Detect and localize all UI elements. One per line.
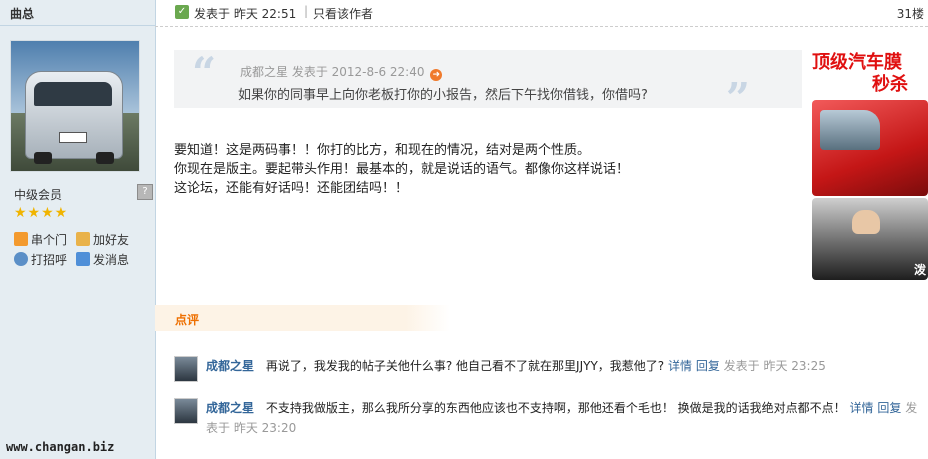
comment-text: 再说了，我发我的帖子关他什么事? 他自己看不了就在那里JJYY，我惹他了? (265, 359, 665, 373)
sidebar-divider (0, 25, 155, 26)
comment-avatar[interactable] (174, 356, 198, 382)
avatar[interactable] (10, 40, 140, 172)
comment-text: 不支持我做版主，那么我所分享的东西他应该也不支持啊，那他还看个毛也！ 换做是我的… (265, 401, 846, 415)
ad-car-image (812, 100, 928, 196)
post-body-line: 你现在是版主。要起带头作用！最基本的，就是说话的语气。都像你这样说话！ (174, 162, 630, 177)
only-author-link[interactable]: 只看该作者 (313, 5, 373, 22)
ad-car-window (820, 110, 880, 150)
comment-detail-link[interactable]: 详情 (850, 401, 874, 415)
author-name[interactable]: 曲总 (10, 5, 34, 22)
comment-detail-link[interactable]: 详情 (668, 359, 692, 373)
comment-user[interactable]: 成都之星 (206, 359, 254, 373)
greet-button[interactable]: 打招呼 (14, 250, 76, 270)
comment-user[interactable]: 成都之星 (206, 401, 254, 415)
handshake-icon (76, 232, 90, 246)
ad-subheadline: 秒杀 (872, 74, 908, 95)
member-rank: 中级会员 (14, 188, 63, 202)
ad-corner-text: 泼 (913, 263, 926, 277)
van-window (34, 82, 112, 106)
greet-icon (14, 252, 28, 266)
comments-tab: 点评 (155, 305, 450, 331)
site-watermark: www.changan.biz (6, 440, 115, 454)
comment-content: 成都之星 不支持我做版主，那么我所分享的东西他应该也不支持啊，那他还看个毛也！ … (206, 398, 928, 438)
post-body-line: 要知道！这是两码事！！你打的比方，和现在的情况，结对是两个性质。 (174, 143, 591, 158)
floor-number[interactable]: 31楼 (897, 5, 924, 22)
add-friend-button[interactable]: 加好友 (76, 230, 138, 250)
comment-reply-link[interactable]: 回复 (696, 359, 720, 373)
quote-meta: 成都之星 发表于 2012-8-6 22:40 ➜ (240, 63, 443, 81)
rank-stars: ★★★★ (14, 205, 69, 221)
author-actions: 串个门 加好友 打招呼 发消息 (14, 230, 154, 270)
post-body-line: 这论坛，还能有好话吗！还能团结吗！！ (174, 181, 409, 196)
comment-content: 成都之星 再说了，我发我的帖子关他什么事? 他自己看不了就在那里JJYY，我惹他… (206, 356, 928, 376)
header-separator: | (304, 4, 309, 18)
comment-reply-link[interactable]: 回复 (877, 401, 901, 415)
greet-label: 打招呼 (31, 253, 68, 267)
quote-block: “ 成都之星 发表于 2012-8-6 22:40 ➜ 如果你的同事早上向你老板… (174, 48, 802, 123)
add-friend-label: 加好友 (93, 233, 130, 247)
author-sidebar: 曲总 中级会员 ? ★★★★ 串个门 加好友 打招呼 发消息 www.changan… (0, 0, 156, 459)
envelope-icon (76, 252, 90, 266)
ad-child-image: 泼 (812, 198, 928, 280)
open-quote-icon: “ (192, 48, 217, 97)
post-timestamp: 发表于 昨天 22:51 (194, 7, 297, 21)
post-header: ✓ 发表于 昨天 22:51 | 只看该作者 31楼 (155, 0, 928, 27)
comment-date: 发表于 昨天 23:25 (723, 359, 826, 373)
send-message-button[interactable]: 发消息 (76, 250, 138, 270)
rank-badge-icon: ? (137, 184, 153, 200)
ad-child-face (852, 210, 880, 234)
visit-label: 串个门 (31, 233, 68, 247)
post-body: 要知道！这是两码事！！你打的比方，和现在的情况，结对是两个性质。 你现在是版主。… (174, 141, 629, 198)
van-wheel-right (96, 152, 114, 164)
van-wheel-left (34, 152, 52, 164)
online-status-icon: ✓ (175, 5, 189, 19)
visit-button[interactable]: 串个门 (14, 230, 76, 250)
close-quote-icon: ” (725, 74, 750, 123)
side-advertisement[interactable]: 顶级汽车膜 秒杀 泼 (812, 42, 928, 280)
quote-text: 如果你的同事早上向你老板打你的小报告，然后下午找你借钱，你借吗? (238, 88, 648, 103)
send-message-label: 发消息 (93, 253, 130, 267)
comments-tab-label: 点评 (175, 313, 200, 327)
quote-source: 成都之星 发表于 2012-8-6 22:40 (240, 65, 425, 79)
van-plate (59, 132, 87, 143)
jump-to-post-icon[interactable]: ➜ (430, 69, 443, 81)
comment-avatar[interactable] (174, 398, 198, 424)
avatar-van-image (25, 71, 123, 164)
home-icon (14, 232, 28, 246)
